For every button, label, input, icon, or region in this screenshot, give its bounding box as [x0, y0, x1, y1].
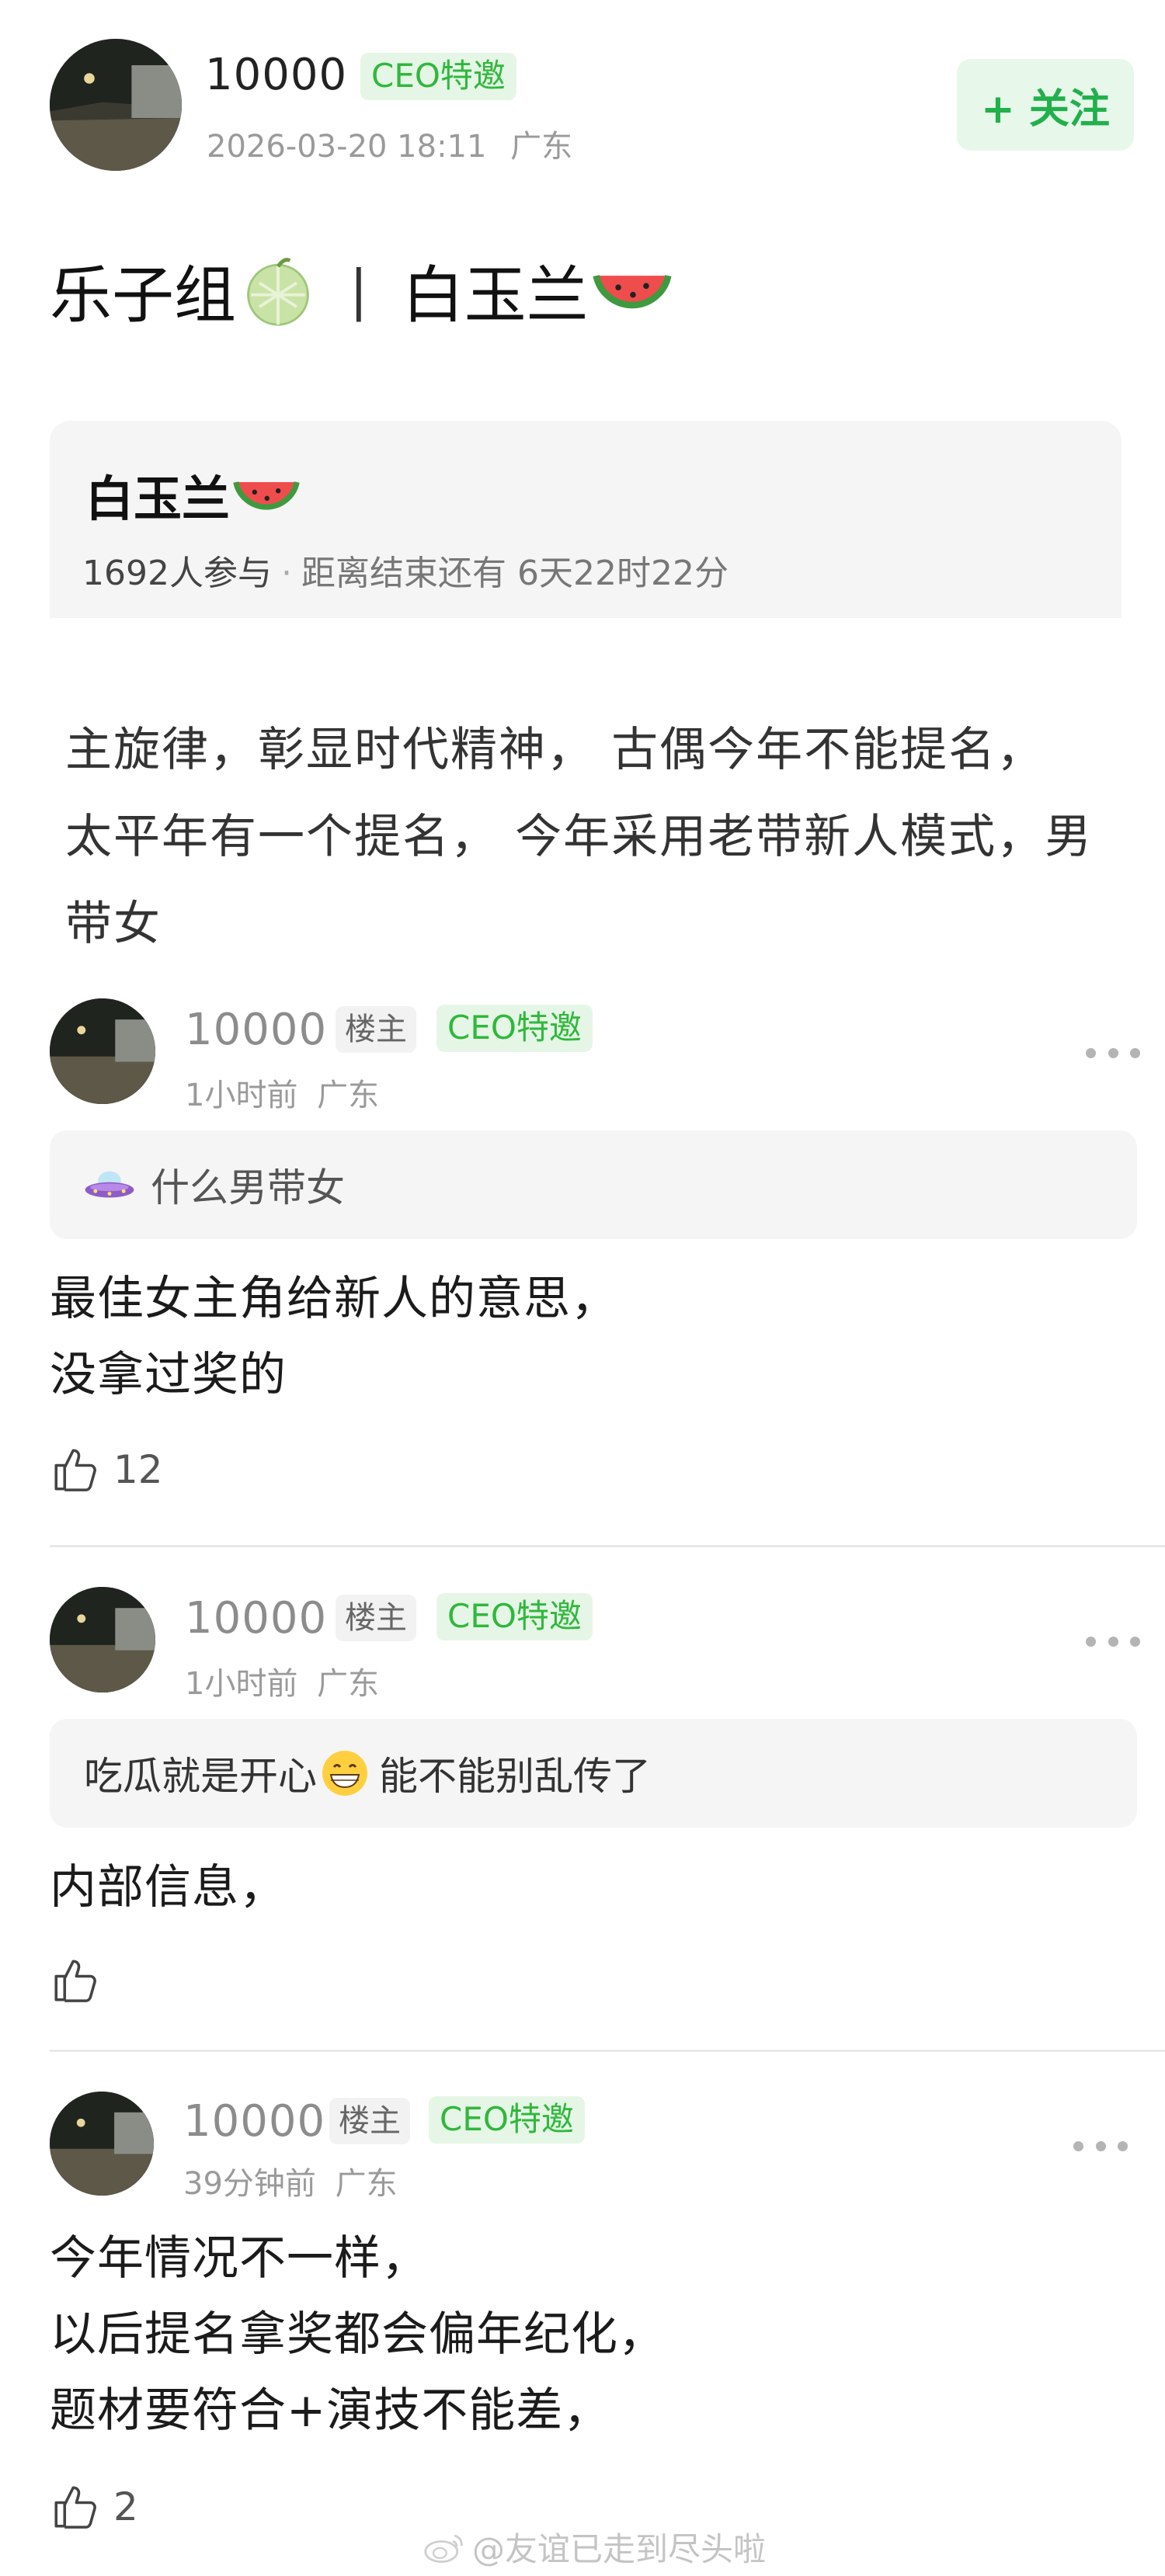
comment-location: 广东 — [317, 1666, 380, 1702]
comment-divider — [50, 2050, 1165, 2052]
quote-text-before: 吃瓜就是开心 — [84, 1754, 317, 1799]
comment-meta: 1小时前 广东 — [185, 1070, 379, 1115]
comment-time: 1小时前 — [185, 1078, 298, 1113]
follow-label: + 关注 — [981, 85, 1110, 133]
more-options-button[interactable] — [1086, 1043, 1140, 1062]
comment-text: 内部信息， — [50, 1860, 287, 1915]
thumbs-up-icon — [54, 1449, 96, 1491]
title-separator: | — [350, 259, 368, 322]
dot — [1108, 1047, 1118, 1058]
owner-badge: 楼主 — [336, 1006, 416, 1053]
watermark: @友谊已走到尽头啦 — [423, 2523, 766, 2571]
comment-divider — [50, 1545, 1165, 1547]
dot — [1130, 1636, 1140, 1647]
quoted-comment[interactable]: 吃瓜就是开心 能不能别乱传了 — [50, 1719, 1137, 1828]
post-location: 广东 — [510, 129, 573, 165]
comment-text: 最佳女主角给新人的意思， 没拿过奖的 — [50, 1272, 618, 1402]
quoted-comment[interactable]: 什么男带女 — [50, 1130, 1137, 1239]
melon-icon — [247, 258, 309, 326]
post-title: 乐子组 | 白玉兰 — [50, 245, 673, 335]
comment-author[interactable]: 10000 — [185, 1593, 327, 1644]
dot — [1073, 2140, 1083, 2151]
thumbs-up-icon — [54, 2486, 96, 2529]
topic-card[interactable]: 白玉兰 1692人参与 · 距离结束还有 6天22时22分 — [50, 421, 1122, 618]
title-right: 白玉兰 — [402, 259, 589, 332]
topic-name-text: 白玉兰 — [85, 470, 231, 527]
more-options-button[interactable] — [1086, 1632, 1140, 1651]
title-left: 乐子组 — [50, 259, 236, 332]
follow-button[interactable]: + 关注 — [957, 59, 1134, 151]
like-button[interactable]: 2 — [50, 2481, 138, 2533]
owner-badge: 楼主 — [336, 1595, 416, 1641]
author-name[interactable]: 10000 — [205, 50, 347, 100]
comment-avatar[interactable] — [50, 1587, 155, 1692]
like-count: 12 — [113, 1447, 163, 1492]
dot — [1086, 1047, 1096, 1058]
comment-avatar[interactable] — [50, 2092, 154, 2196]
ufo-icon — [85, 1171, 134, 1198]
comment-location: 广东 — [317, 1078, 380, 1113]
comment-avatar[interactable] — [50, 998, 155, 1104]
quote-text-after: 能不能别乱传了 — [379, 1754, 651, 1799]
owner-badge: 楼主 — [329, 2098, 410, 2144]
topic-dot: · — [280, 554, 292, 593]
comment-author[interactable]: 10000 — [183, 2096, 325, 2147]
post-meta: 2026-03-20 18:11 广东 — [207, 121, 572, 166]
topic-meta: 1692人参与 · 距离结束还有 6天22时22分 — [82, 545, 729, 595]
like-button[interactable]: 12 — [50, 1444, 163, 1495]
comment-location: 广东 — [335, 2166, 398, 2202]
author-avatar[interactable] — [50, 39, 182, 171]
dot — [1118, 2140, 1128, 2151]
ceo-badge: CEO特邀 — [429, 2096, 585, 2144]
watermelon-icon — [233, 481, 300, 510]
like-button[interactable] — [50, 1955, 113, 2006]
topic-countdown: 距离结束还有 6天22时22分 — [301, 554, 729, 593]
comment-time: 1小时前 — [185, 1666, 298, 1702]
topic-participants: 1692人参与 — [82, 554, 272, 593]
comment-author[interactable]: 10000 — [185, 1005, 327, 1055]
ceo-badge: CEO特邀 — [436, 1005, 593, 1052]
dot — [1086, 1636, 1096, 1647]
dot — [1130, 1047, 1140, 1058]
dot — [1095, 2140, 1106, 2151]
grinning-face-icon — [322, 1751, 367, 1796]
quote-text: 什么男带女 — [151, 1165, 345, 1210]
dot — [1108, 1636, 1118, 1647]
comment-meta: 39分钟前 广东 — [183, 2158, 398, 2203]
watermelon-icon — [593, 275, 672, 309]
like-count: 2 — [113, 2484, 138, 2529]
comment-meta: 1小时前 广东 — [185, 1658, 379, 1703]
post-time: 2026-03-20 18:11 — [207, 129, 487, 165]
post-body: 主旋律，彰显时代精神， 古偶今年不能提名， 太平年有一个提名， 今年采用老带新人… — [65, 723, 1094, 951]
more-options-button[interactable] — [1073, 2137, 1128, 2155]
topic-name: 白玉兰 — [85, 460, 301, 529]
ceo-badge: CEO特邀 — [360, 53, 516, 100]
post-page: 10000 CEO特邀 2026-03-20 18:11 广东 + 关注 乐子组… — [0, 0, 1165, 2576]
comment-time: 39分钟前 — [183, 2166, 316, 2202]
comment-text: 今年情况不一样， 以后提名拿奖都会偏年纪化， 题材要符合+演技不能差， — [50, 2231, 666, 2438]
thumbs-up-icon — [54, 1960, 96, 2002]
watermark-text: @友谊已走到尽头啦 — [472, 2530, 767, 2568]
weibo-icon — [424, 2534, 463, 2563]
ceo-badge: CEO特邀 — [436, 1593, 593, 1640]
